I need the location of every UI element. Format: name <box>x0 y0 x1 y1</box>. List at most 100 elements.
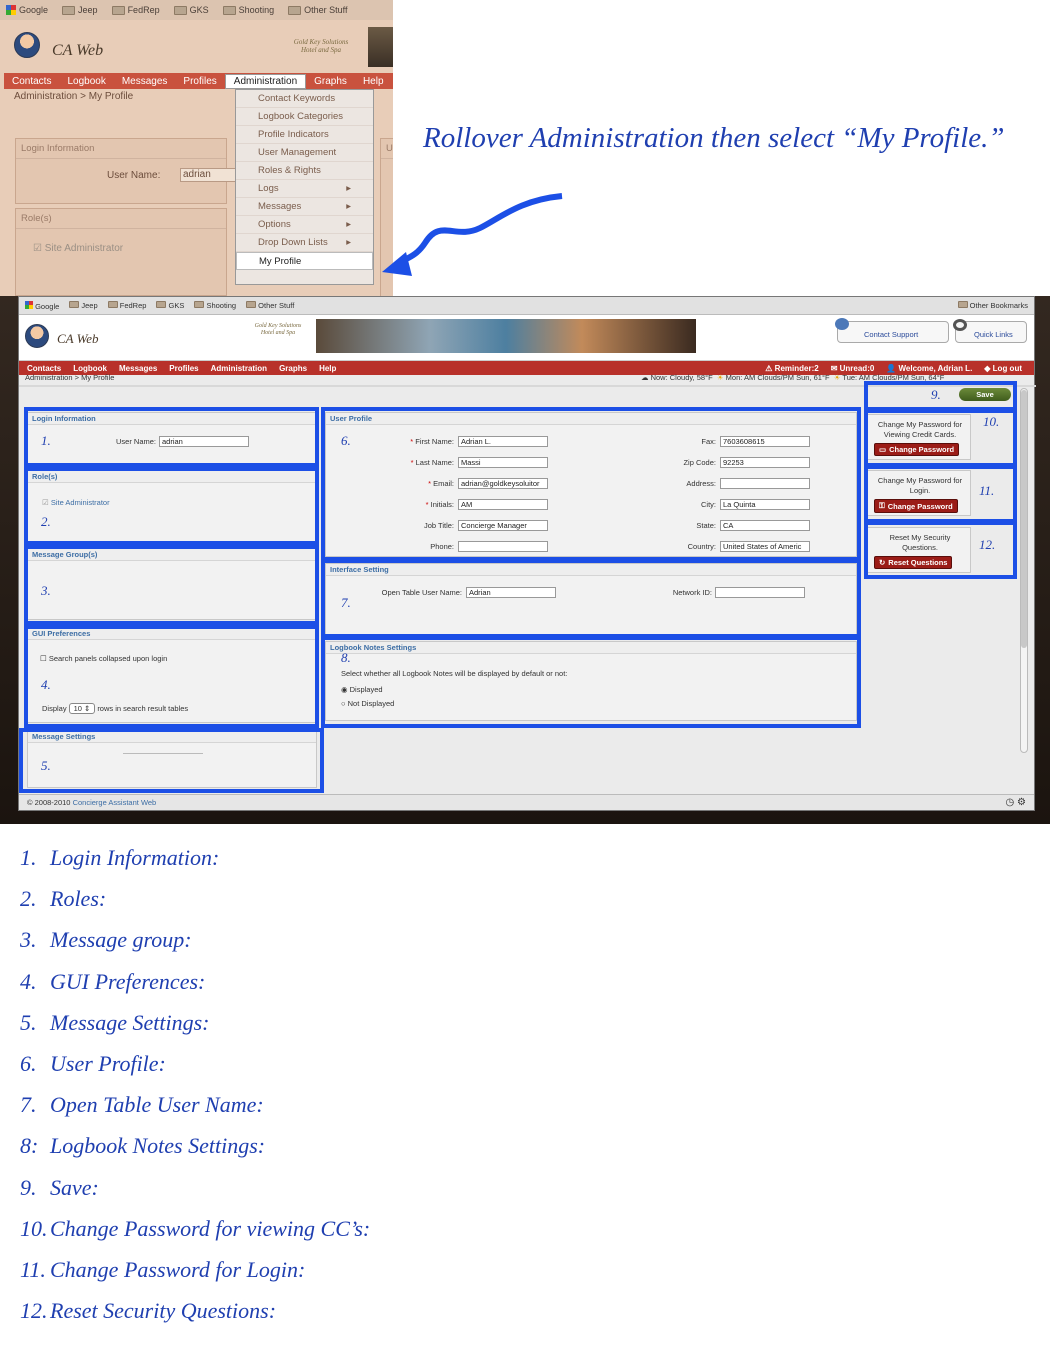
legend-number: 12. <box>20 1298 48 1324</box>
folder-icon <box>222 5 236 15</box>
menu-options[interactable]: Options ▸ <box>236 216 373 234</box>
nav-administration[interactable]: Administration <box>224 73 307 89</box>
login-info-panel: Login Information User Name: adrian <box>15 138 250 204</box>
menu-roles-rights[interactable]: Roles & Rights <box>236 162 373 180</box>
menu-logs[interactable]: Logs ▸ <box>236 180 373 198</box>
roles-title: Role(s) <box>16 209 226 229</box>
bookmark-gks[interactable]: GKS <box>156 301 184 310</box>
chevron-right-icon: ▸ <box>346 237 351 248</box>
zoomed-menu-crop: Google Jeep FedRep GKS Shooting Other St… <box>0 0 393 296</box>
hotel-banner-photo <box>316 319 696 353</box>
login-info-title: Login Information <box>16 139 226 159</box>
nav-logbook[interactable]: Logbook <box>73 364 107 373</box>
bookmark-google[interactable]: Google <box>6 5 48 15</box>
legend-item: 1. Login Information: <box>20 845 219 871</box>
nav-graphs[interactable]: Graphs <box>279 364 307 373</box>
legend-number: 8: <box>20 1133 39 1159</box>
bookmark-google[interactable]: Google <box>25 300 59 311</box>
chat-icon <box>835 318 849 330</box>
cloud-icon: ☁ <box>641 373 649 382</box>
annotation-number-12: 12. <box>979 537 996 552</box>
menu-label: Profile Indicators <box>258 129 329 140</box>
app-name: CA Web <box>52 42 104 59</box>
nav-contacts[interactable]: Contacts <box>27 364 61 373</box>
folder-icon <box>107 301 118 308</box>
google-icon <box>6 5 16 15</box>
menu-my-profile[interactable]: My Profile <box>236 252 373 270</box>
bookmark-other-stuff[interactable]: Other Stuff <box>246 301 294 310</box>
annotation-number-10: 10. <box>983 414 1000 429</box>
folder-icon <box>246 301 257 308</box>
footer-link[interactable]: Concierge Assistant Web <box>73 798 157 807</box>
bookmark-other-stuff[interactable]: Other Stuff <box>288 5 348 15</box>
bookmark-gks[interactable]: GKS <box>173 5 209 15</box>
menu-label: Options <box>258 219 291 230</box>
annotation-box-6 <box>321 407 861 561</box>
menu-messages[interactable]: Messages ▸ <box>236 198 373 216</box>
menu-profile-indicators[interactable]: Profile Indicators <box>236 126 373 144</box>
role-site-admin: ☑ Site Administrator <box>33 243 124 254</box>
annotation-number-4: 4. <box>41 677 51 692</box>
legend-item: 5. Message Settings: <box>20 1010 209 1036</box>
logout-label: Log out <box>992 363 1022 373</box>
folder-icon <box>194 301 205 308</box>
my-profile-screenshot: Google Jeep FedRep GKS Shooting Other St… <box>18 296 1036 811</box>
nav-graphs[interactable]: Graphs <box>306 76 355 87</box>
nav-profiles[interactable]: Profiles <box>175 76 224 87</box>
folder-icon <box>957 301 968 308</box>
menu-label: Roles & Rights <box>258 165 321 176</box>
chevron-right-icon: ▸ <box>346 201 351 212</box>
contact-support-label: Contact Support <box>864 330 919 339</box>
weather-mon: Mon: AM Clouds/PM Sun, 61°F <box>725 373 830 382</box>
other-bookmarks[interactable]: Other Bookmarks <box>957 301 1028 310</box>
google-icon <box>25 300 33 309</box>
legend-number: 6. <box>20 1051 37 1076</box>
logout-link[interactable]: ◆ Log out <box>984 364 1022 373</box>
hotel-logo: Gold Key Solutions Hotel and Spa <box>254 323 302 336</box>
bookmark-shooting[interactable]: Shooting <box>222 5 274 15</box>
roles-panel: Role(s) ☑ Site Administrator <box>15 208 227 296</box>
reminder-link[interactable]: ⚠ Reminder:2 <box>765 364 818 373</box>
legend-item: 6. User Profile: <box>20 1051 166 1077</box>
user-name-label: User Name: <box>107 170 161 181</box>
nav-help[interactable]: Help <box>355 76 392 87</box>
instruction-text: Rollover Administration then select “My … <box>423 122 1005 154</box>
bookmark-fedrep[interactable]: FedRep <box>107 301 146 310</box>
nav-messages[interactable]: Messages <box>114 76 176 87</box>
bookmark-fedrep[interactable]: FedRep <box>111 5 160 15</box>
folder-icon <box>62 5 76 15</box>
nav-logbook[interactable]: Logbook <box>59 76 113 87</box>
annotation-box-1 <box>24 407 319 467</box>
annotation-number-11: 11. <box>979 483 995 498</box>
bookmark-jeep[interactable]: Jeep <box>69 301 98 310</box>
hotel-logo: Gold Key Solutions Hotel and Spa <box>293 38 349 54</box>
contact-support-button[interactable]: Contact Support <box>837 321 949 343</box>
annotation-number-8: 8. <box>341 650 351 665</box>
nav-help[interactable]: Help <box>319 364 336 373</box>
legend-item: 4. GUI Preferences: <box>20 969 205 995</box>
nav-profiles[interactable]: Profiles <box>169 364 198 373</box>
menu-contact-keywords[interactable]: Contact Keywords <box>236 90 373 108</box>
administration-dropdown: Contact Keywords Logbook Categories Prof… <box>235 89 374 285</box>
legend-number: 2. <box>20 886 37 912</box>
annotation-box-2 <box>24 467 319 545</box>
legend-item: 11. Change Password for Login: <box>20 1257 305 1283</box>
menu-drop-down-lists[interactable]: Drop Down Lists ▸ <box>236 234 373 252</box>
menu-user-management[interactable]: User Management <box>236 144 373 162</box>
legend-text: Logbook Notes Settings: <box>50 1133 266 1159</box>
scrollbar-thumb[interactable] <box>1021 390 1027 648</box>
ca-web-logo-icon <box>25 324 49 348</box>
legend-number: 1. <box>20 845 37 870</box>
annotation-number-3: 3. <box>41 583 51 598</box>
nav-contacts[interactable]: Contacts <box>4 76 59 87</box>
menu-logbook-categories[interactable]: Logbook Categories <box>236 108 373 126</box>
menu-label: Logbook Categories <box>258 111 344 122</box>
unread-link[interactable]: ✉ Unread:0 <box>831 364 875 373</box>
legend-text: Change Password for viewing CC’s: <box>50 1215 371 1241</box>
bookmark-shooting[interactable]: Shooting <box>194 301 236 310</box>
nav-administration[interactable]: Administration <box>211 364 267 373</box>
bookmark-jeep[interactable]: Jeep <box>62 5 98 15</box>
annotation-number-7: 7. <box>341 595 351 610</box>
welcome-text: 👤 Welcome, Adrian L. <box>886 363 973 373</box>
nav-messages[interactable]: Messages <box>119 364 157 373</box>
